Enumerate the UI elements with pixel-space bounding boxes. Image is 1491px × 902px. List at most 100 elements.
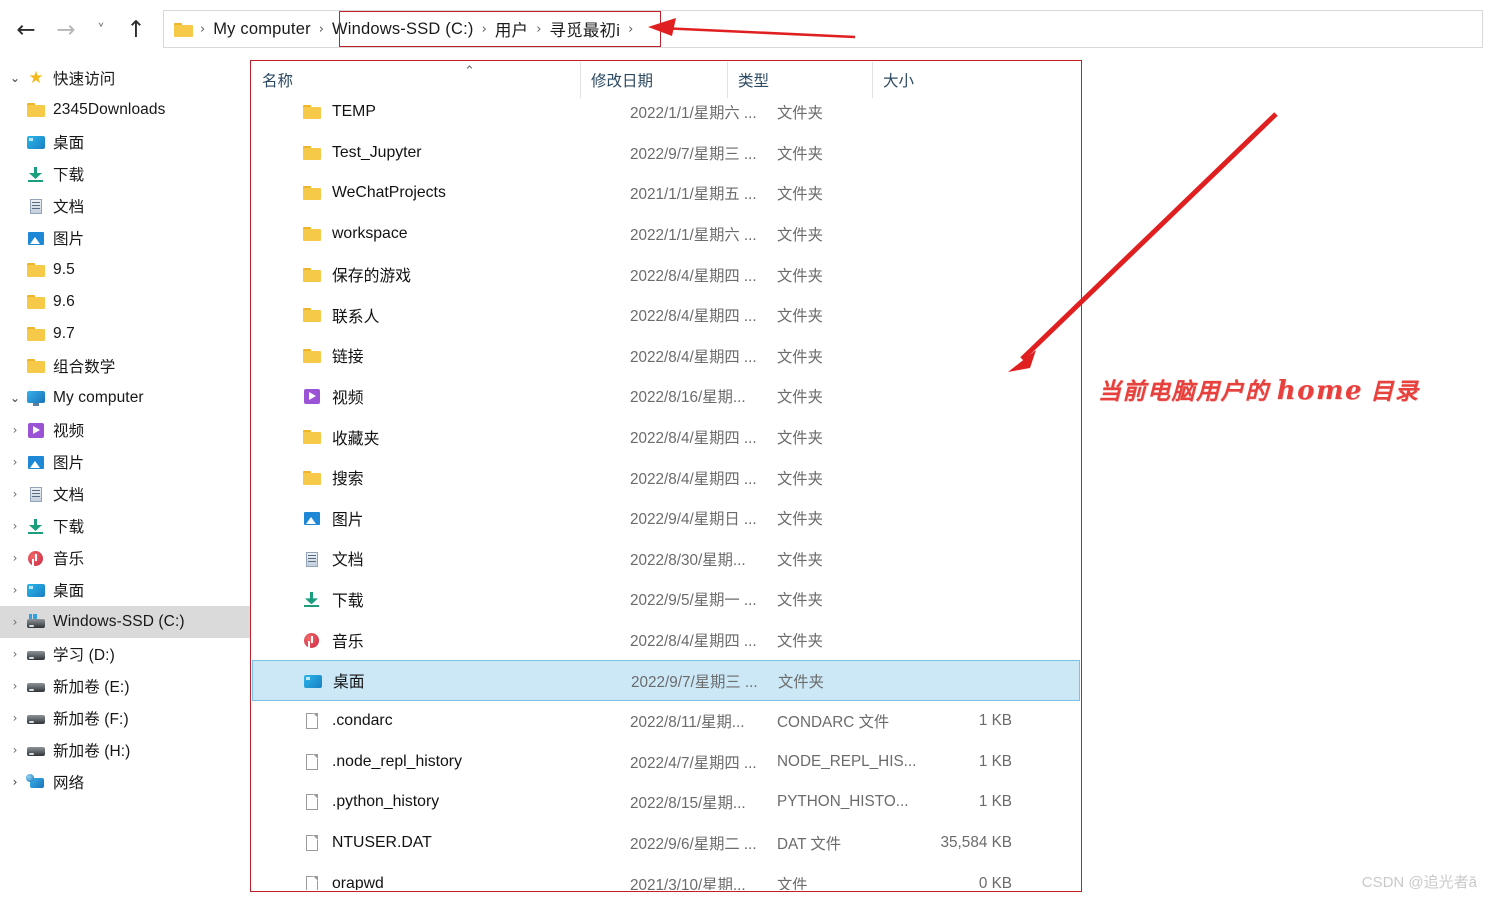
table-row[interactable]: NTUSER.DAT2022/9/6/星期二 ...DAT 文件35,584 K… [252,823,1080,864]
folder-icon [174,22,193,37]
sidebar-item-[interactable]: ›视频 [0,414,250,446]
up-button[interactable]: ↑ [116,10,156,50]
chevron-right-icon[interactable]: › [4,679,26,693]
file-type-cell: 文件夹 [777,426,823,448]
file-name-text: 音乐 [332,629,364,652]
sidebar-item-h[interactable]: ›新加卷 (H:) [0,734,250,766]
sidebar-section-my-computer[interactable]: ⌄My computer [0,382,250,414]
sidebar-item-[interactable]: ›音乐 [0,542,250,574]
forward-button[interactable]: → [46,10,86,50]
sidebar-item-d[interactable]: ›学习 (D:) [0,638,250,670]
table-row[interactable]: 音乐2022/8/4/星期四 ...文件夹 [252,620,1080,661]
chevron-right-icon[interactable]: › [4,455,26,469]
file-date-cell: 2022/9/7/星期三 ... [630,142,757,164]
table-row[interactable]: .node_repl_history2022/4/7/星期四 ...NODE_R… [252,742,1080,783]
sidebar-item-96[interactable]: 9.6 [0,286,250,318]
sidebar-item-[interactable]: 文档 [0,190,250,222]
breadcrumb-item-my-computer[interactable]: My computer [208,18,316,41]
sidebar-item-[interactable]: ›文档 [0,478,250,510]
sidebar-item-2345downloads[interactable]: 2345Downloads [0,94,250,126]
table-row[interactable]: workspace2022/1/1/星期六 ...文件夹 [252,214,1080,255]
file-name-text: workspace [332,225,408,243]
table-row[interactable]: .condarc2022/8/11/星期...CONDARC 文件1 KB [252,701,1080,742]
chevron-right-icon[interactable]: › [4,423,26,437]
chevron-right-icon[interactable]: › [4,487,26,501]
table-row[interactable]: WeChatProjects2021/1/1/星期五 ...文件夹 [252,173,1080,214]
sidebar-item-[interactable]: 组合数学 [0,350,250,382]
sidebar-item-97[interactable]: 9.7 [0,318,250,350]
file-name-text: 保存的游戏 [332,263,411,286]
table-row[interactable]: 图片2022/9/4/星期日 ...文件夹 [252,498,1080,539]
sidebar-item-windowsssdc[interactable]: ›Windows-SSD (C:) [0,606,250,638]
sidebar-section-quick-access[interactable]: ⌄★快速访问 [0,62,250,94]
file-date-cell: 2022/9/4/星期日 ... [630,507,757,529]
file-date-cell: 2022/8/11/星期... [630,710,745,732]
table-row[interactable]: 桌面2022/9/7/星期三 ...文件夹 [252,660,1080,701]
chevron-right-icon[interactable]: › [4,615,26,629]
table-row[interactable]: 视频2022/8/16/星期...文件夹 [252,376,1080,417]
chevron-right-icon[interactable]: › [4,775,26,789]
column-header-name[interactable]: 名称 [252,62,580,98]
sidebar-item-[interactable]: ›桌面 [0,574,250,606]
table-row[interactable]: 收藏夹2022/8/4/星期四 ...文件夹 [252,417,1080,458]
table-row[interactable]: Test_Jupyter2022/9/7/星期三 ...文件夹 [252,133,1080,174]
file-name-text: orapwd [332,875,384,890]
file-name-cell: 图片 [302,507,364,530]
sidebar-section-network[interactable]: ›网络 [0,766,250,798]
download-icon [26,517,46,535]
table-row[interactable]: 保存的游戏2022/8/4/星期四 ...文件夹 [252,254,1080,295]
folder-icon [302,347,322,365]
sidebar-item-[interactable]: ›下载 [0,510,250,542]
sidebar-item-label: 桌面 [53,131,84,153]
column-header-size[interactable]: 大小 [872,62,1024,98]
sidebar-item-[interactable]: 图片 [0,222,250,254]
file-list-pane[interactable]: 名称 修改日期 类型 大小 ⌃ TEMP2022/1/1/星期六 ...文件夹T… [252,62,1080,890]
file-icon [302,712,322,730]
chevron-down-icon[interactable]: ⌄ [4,391,26,405]
column-header-type[interactable]: 类型 [727,62,872,98]
table-row[interactable]: 联系人2022/8/4/星期四 ...文件夹 [252,295,1080,336]
table-row[interactable]: .python_history2022/8/15/星期...PYTHON_HIS… [252,782,1080,823]
breadcrumb-item-windows-ssd[interactable]: Windows-SSD (C:) [327,18,479,41]
column-header-date[interactable]: 修改日期 [580,62,727,98]
chevron-right-icon[interactable]: › [4,551,26,565]
column-headers[interactable]: 名称 修改日期 类型 大小 ⌃ [252,62,1080,99]
sidebar-item-95[interactable]: 9.5 [0,254,250,286]
breadcrumb-item-user-home[interactable]: 寻觅最初i [544,15,625,43]
table-row[interactable]: orapwd2021/3/10/星期...文件0 KB [252,863,1080,890]
explorer-toolbar: ← → ˅ ↑ › My computer › Windows-SSD (C:)… [0,0,1491,57]
table-row[interactable]: 搜索2022/8/4/星期四 ...文件夹 [252,457,1080,498]
sidebar-item-[interactable]: ›图片 [0,446,250,478]
folder-icon [302,144,322,162]
file-name-text: 联系人 [332,304,379,327]
sidebar-item-f[interactable]: ›新加卷 (F:) [0,702,250,734]
table-row[interactable]: 链接2022/8/4/星期四 ...文件夹 [252,336,1080,377]
sidebar-item-[interactable]: 下载 [0,158,250,190]
sidebar-item-[interactable]: 桌面 [0,126,250,158]
file-name-text: NTUSER.DAT [332,834,432,852]
navigation-pane[interactable]: ⌄★快速访问2345Downloads 桌面下载文档图片9.59.6 9.7 组合数学… [0,62,250,902]
back-button[interactable]: ← [6,10,46,50]
sidebar-item-e[interactable]: ›新加卷 (E:) [0,670,250,702]
table-row[interactable]: 文档2022/8/30/星期...文件夹 [252,539,1080,580]
address-bar[interactable]: › My computer › Windows-SSD (C:) › 用户 › … [163,10,1483,48]
chevron-right-icon[interactable]: › [4,583,26,597]
table-row[interactable]: 下载2022/9/5/星期一 ...文件夹 [252,579,1080,620]
chevron-right-icon[interactable]: › [4,519,26,533]
breadcrumb-separator: › [316,22,327,37]
file-name-text: 图片 [332,507,364,530]
chevron-down-icon[interactable]: ⌄ [4,71,26,85]
sidebar-item-label: 9.7 [53,325,75,343]
chevron-down-icon[interactable]: ˅ [86,10,116,50]
annotation-suffix: 目录 [1363,379,1419,404]
breadcrumb-item-users[interactable]: 用户 [490,15,533,43]
chevron-right-icon[interactable]: › [4,743,26,757]
breadcrumb-separator: › [197,22,208,37]
file-date-cell: 2022/1/1/星期六 ... [630,101,757,123]
file-name-text: 文档 [332,547,364,570]
file-name-text: TEMP [332,103,376,121]
folder-icon [302,428,322,446]
chevron-right-icon[interactable]: › [4,647,26,661]
chevron-right-icon[interactable]: › [4,711,26,725]
file-rows-container[interactable]: TEMP 2022/1/1/星期六 ... 文件夹 Test_Jupyter2022/… [252,92,1080,890]
